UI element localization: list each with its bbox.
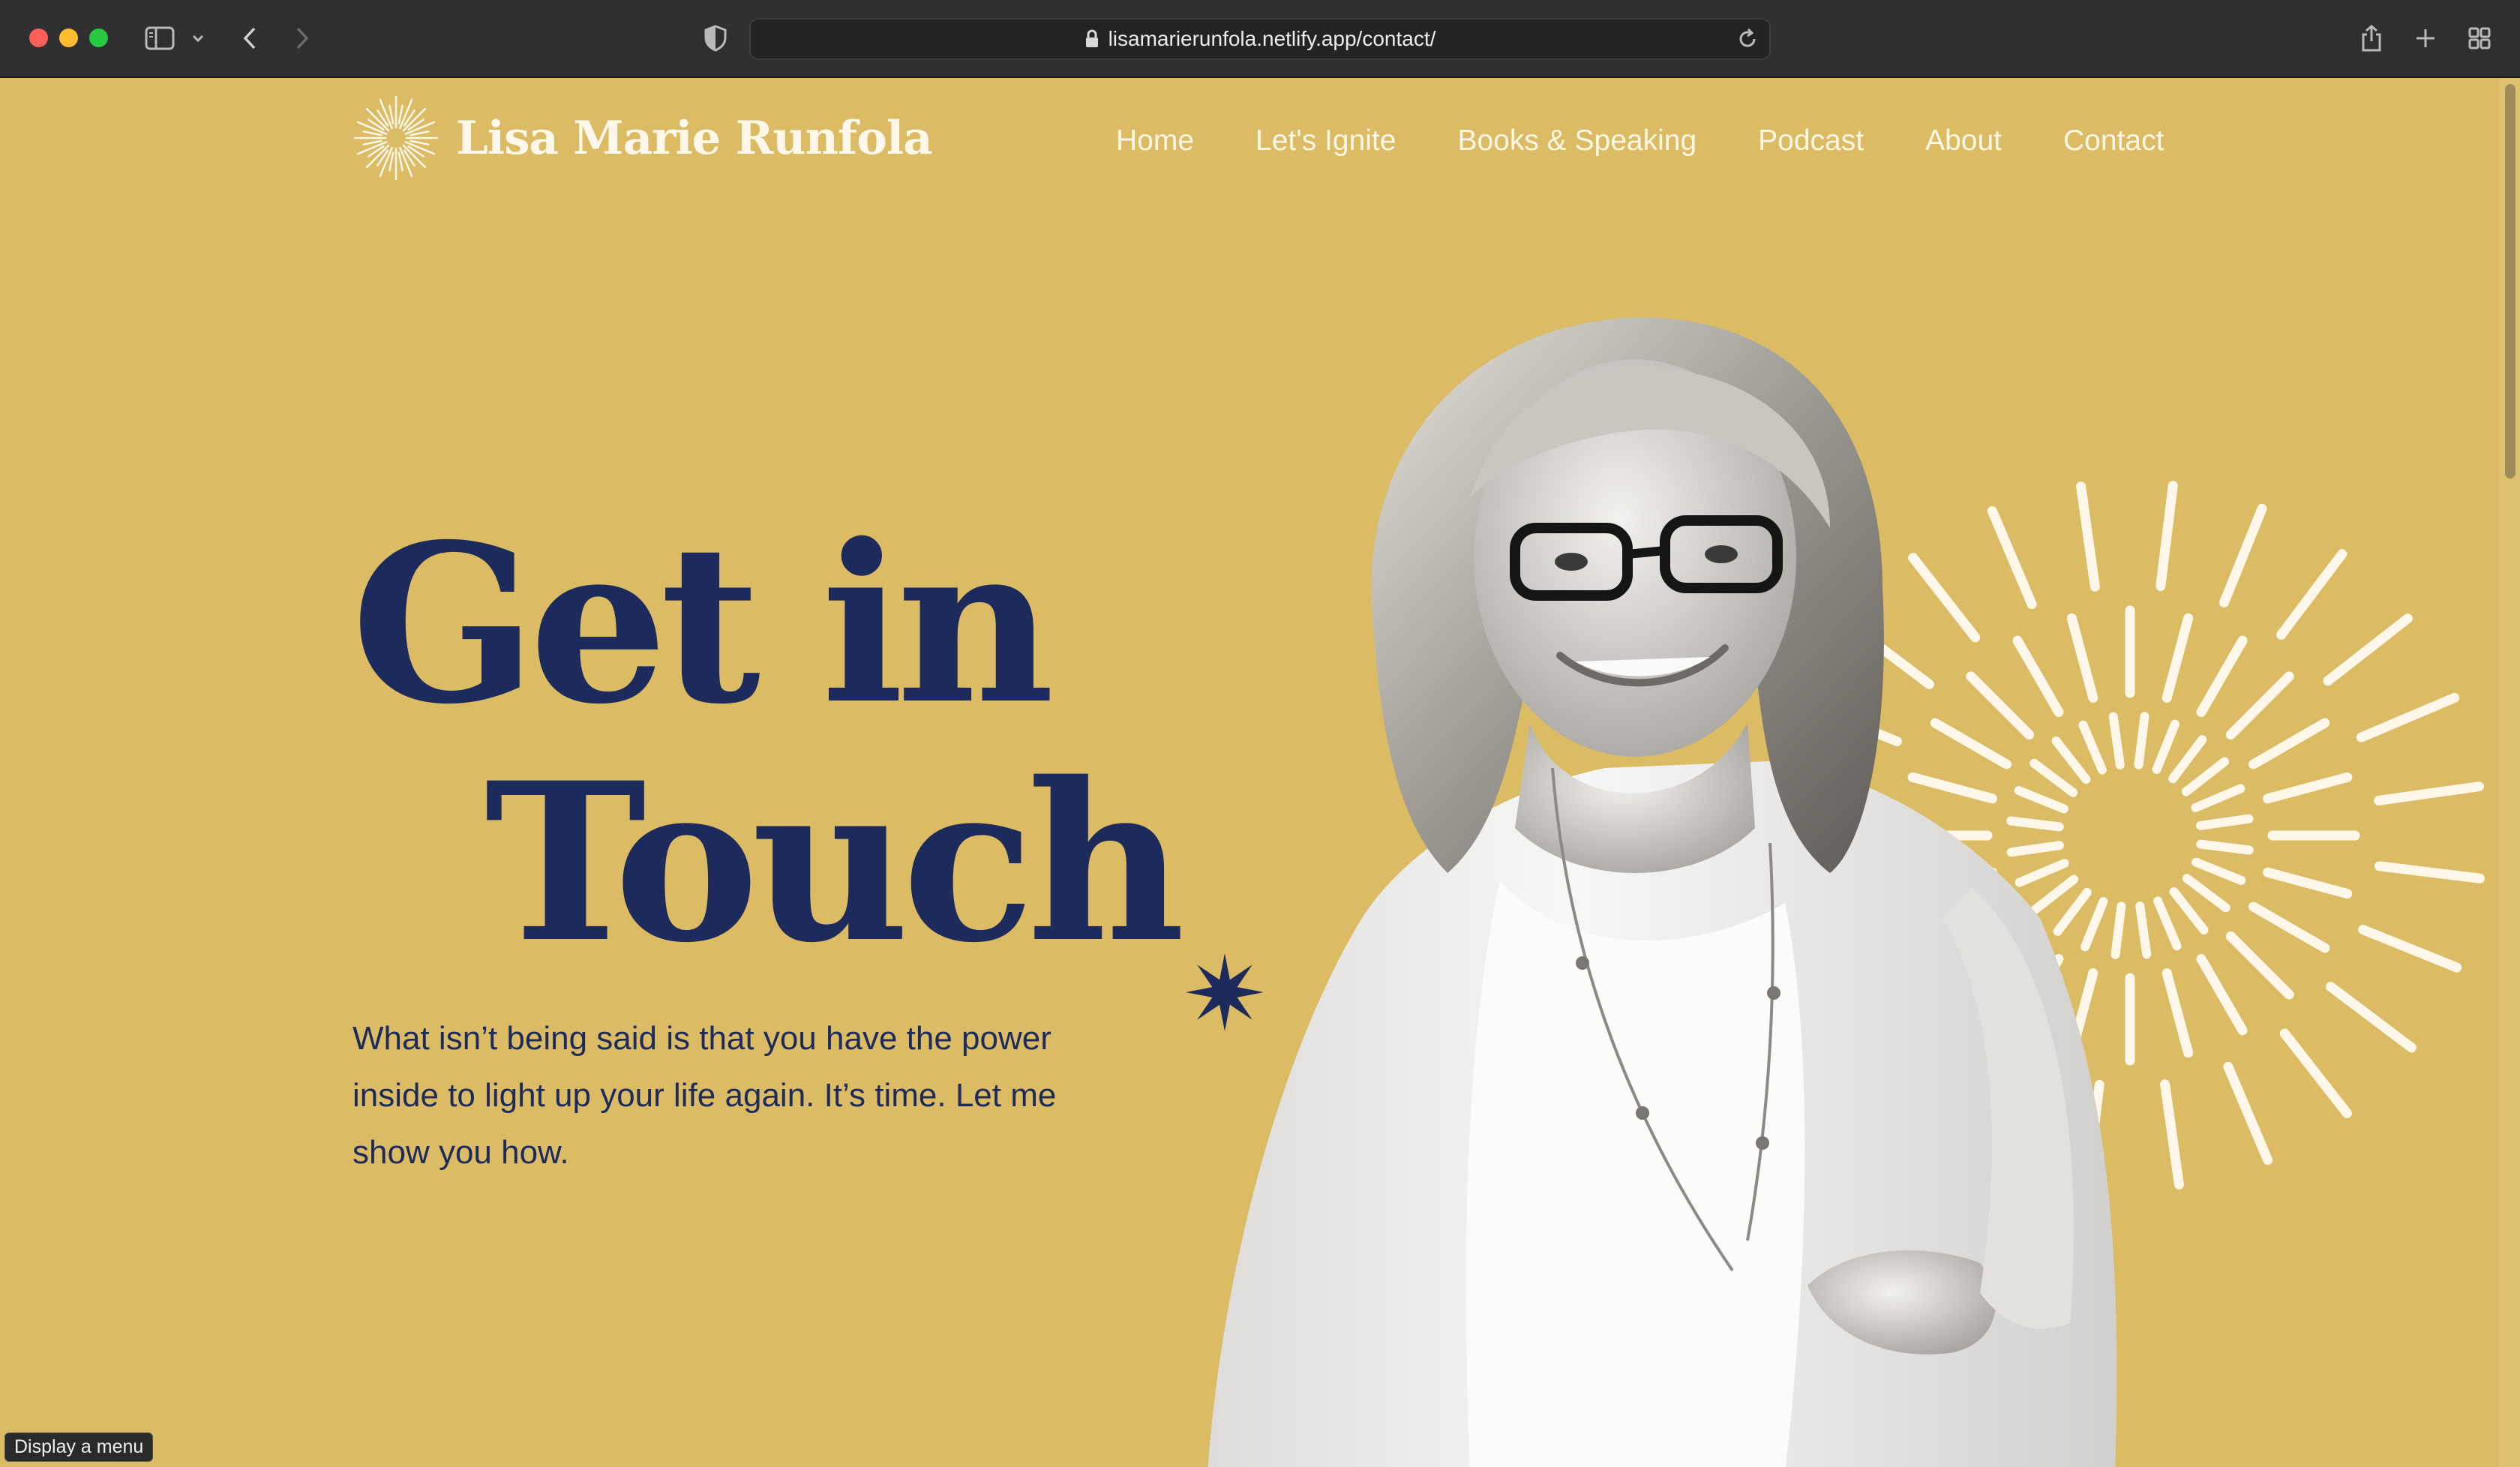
sunburst-ray [2323,614,2413,686]
sunburst-ray [2196,635,2248,717]
reload-icon[interactable] [1736,28,1759,50]
sunburst-ray [2374,782,2484,806]
sunburst-logo-icon [353,95,439,181]
sunburst-ray [2181,757,2230,796]
logo-ray [398,104,404,124]
sunburst-ray [2162,613,2194,703]
chevron-down-icon[interactable] [189,21,207,56]
logo-ray [362,130,382,136]
brand-logo[interactable]: Lisa Marie Runfola [352,94,933,182]
sunburst-ray [2196,954,2248,1036]
sunburst-ray [2191,784,2246,812]
nav-podcast-link[interactable]: Podcast [1758,124,1864,158]
sunburst-ray [2162,968,2194,1058]
forward-icon[interactable] [290,21,315,56]
contact-page: Lisa Marie Runfola Home Let's Ignite Boo… [0,78,2520,1467]
status-tooltip: Display a menu [4,1432,154,1462]
logo-ray [410,140,430,146]
tab-overview-icon[interactable] [2464,21,2494,56]
page-headline: Get in Touch [351,497,1185,991]
sunburst-ray [2263,867,2353,899]
nav-home-link[interactable]: Home [1116,124,1194,158]
main-navigation: Home Let's Ignite Books & Speaking Podca… [1116,124,2164,158]
scrollbar-thumb[interactable] [2505,84,2516,478]
logo-ray [410,130,430,136]
nav-contact-link[interactable]: Contact [2063,124,2164,158]
nav-about-link[interactable]: About [1925,124,2002,158]
headline-line-1: Get in [351,497,1054,752]
minimize-window-button[interactable] [59,28,78,47]
nav-books-speaking-link[interactable]: Books & Speaking [1457,124,1696,158]
sunburst-ray [2182,874,2230,913]
sunburst-ray [2218,503,2267,608]
url-text: lisamarierunfola.netlify.app/contact/ [1108,27,1436,50]
sunburst-ray [2279,1028,2352,1118]
nav-lets-ignite-link[interactable]: Let's Ignite [1256,124,1396,158]
sunburst-ray [2196,839,2254,855]
sunburst-ray [2248,902,2330,953]
headline-line-2: Touch [484,736,1185,991]
sunburst-ray [2356,692,2460,742]
sunburst-ray [2168,735,2207,784]
sunburst-ray [2358,924,2462,973]
sunburst-ray [2196,814,2254,830]
logo-ray [362,140,382,146]
shield-icon[interactable] [700,21,730,56]
logo-ray [398,152,404,172]
browser-toolbar: lisamarierunfola.netlify.app/contact/ [0,0,2520,78]
sidebar-icon[interactable] [142,21,177,56]
sunburst-ray [2156,481,2178,591]
sunburst-ray [2160,1079,2184,1190]
vertical-scrollbar[interactable] [2499,78,2520,1467]
logo-ray [388,104,394,124]
brand-name: Lisa Marie Runfola [456,111,933,165]
sunburst-ray [2225,931,2294,1000]
portrait-photo [1208,317,2117,1467]
sunburst-ray [2276,549,2348,640]
lock-icon [1084,29,1100,49]
logo-ray [388,152,394,172]
sunburst-ray [2326,982,2416,1053]
close-window-button[interactable] [29,28,48,47]
sunburst-ray [2374,861,2485,884]
intro-paragraph: What isn’t being said is that you have t… [352,1020,1057,1171]
back-icon[interactable] [237,21,262,56]
new-tab-icon[interactable] [2410,21,2440,56]
zoom-window-button[interactable] [89,28,108,47]
sunburst-ray [2263,772,2353,804]
sunburst-ray [2223,1061,2273,1166]
sunburst-ray [2153,896,2182,951]
sunburst-ray [2225,671,2294,740]
share-icon[interactable] [2356,21,2386,56]
address-bar[interactable]: lisamarierunfola.netlify.app/contact/ [749,18,1771,60]
sunburst-ray [2169,886,2209,935]
sunburst-ray [2192,857,2246,885]
sunburst-ray [2248,718,2330,770]
star-icon [1186,953,1264,1031]
